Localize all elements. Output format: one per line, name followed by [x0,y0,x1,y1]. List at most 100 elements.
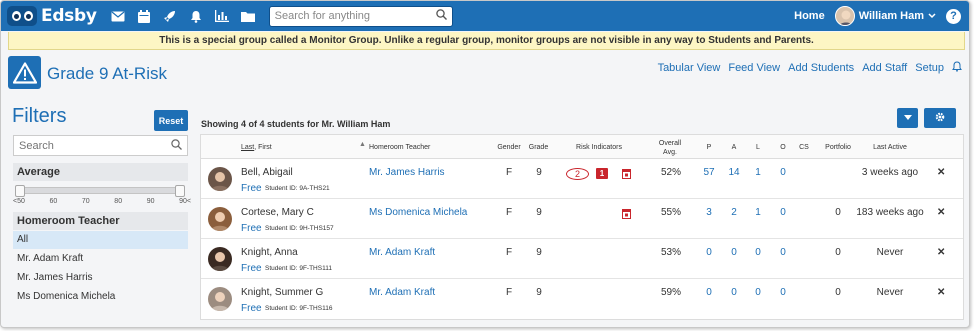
count-a[interactable]: 14 [726,167,742,178]
count-o[interactable]: 0 [775,207,791,218]
tabular-view-link[interactable]: Tabular View [658,62,721,74]
user-avatar[interactable] [834,6,855,26]
chevron-down-icon[interactable] [928,10,936,22]
search-icon[interactable] [435,9,447,23]
tick-label: 90 [146,198,155,205]
feed-view-link[interactable]: Feed View [728,62,780,74]
table-row[interactable]: Knight, Summer G Free Student ID: 9F-THS… [201,279,963,319]
col-last-active[interactable]: Last Active [865,143,915,152]
reset-button[interactable]: Reset [154,110,188,131]
table-row[interactable]: Knight, Anna Free Student ID: 9F-THS111 … [201,239,963,279]
slider-track [15,187,185,194]
filter-search[interactable] [13,135,188,156]
count-o[interactable]: 0 [775,167,791,178]
rocket-icon[interactable] [163,9,177,23]
global-search-input[interactable] [274,10,436,22]
calendar-alert-icon[interactable] [622,168,631,182]
col-risk[interactable]: Risk Indicators [569,143,629,152]
table-header: Last, First ▲ Homeroom Teacher Gender Gr… [201,135,963,159]
slider-max-handle[interactable] [175,185,185,197]
filters-panel: Filters Reset Average <50 60 70 80 90 90… [12,105,191,302]
count-p[interactable]: 3 [701,207,717,218]
average-range-slider[interactable] [15,185,185,197]
student-name[interactable]: Bell, Abigail [241,167,293,178]
col-cs[interactable]: CS [795,143,813,152]
calendar-alert-icon[interactable] [622,208,631,222]
homeroom-teacher-link[interactable]: Mr. Adam Kraft [369,247,435,258]
homeroom-filter-item[interactable]: Mr. James Harris [13,269,188,287]
col-o[interactable]: O [775,143,791,152]
remove-student-button[interactable]: ✕ [937,207,945,218]
homeroom-filter-item[interactable]: Ms Domenica Michela [13,288,188,306]
folder-icon[interactable] [240,9,255,23]
calendar-icon[interactable] [137,9,151,23]
col-name[interactable]: Last, First [241,143,272,152]
count-l[interactable]: 0 [750,247,766,258]
edsby-logo[interactable]: Edsby [7,6,97,26]
help-icon[interactable]: ? [946,8,961,24]
count-a[interactable]: 2 [726,207,742,218]
homeroom-filter-item[interactable]: Mr. Adam Kraft [13,250,188,268]
count-p[interactable]: 0 [701,287,717,298]
slider-min-handle[interactable] [15,185,25,197]
user-area: Home William Ham ? [794,6,961,26]
bell-icon[interactable] [189,9,203,23]
add-staff-link[interactable]: Add Staff [862,62,907,74]
homeroom-teacher-link[interactable]: Mr. Adam Kraft [369,287,435,298]
logo-eyes-icon [7,6,37,26]
slider-ticks: <50 60 70 80 90 90< [13,198,191,205]
search-icon[interactable] [171,138,182,153]
count-l[interactable]: 1 [750,207,766,218]
chart-icon[interactable] [214,9,229,23]
count-l[interactable]: 1 [750,167,766,178]
student-name[interactable]: Knight, Summer G [241,287,323,298]
add-students-link[interactable]: Add Students [788,62,854,74]
student-name[interactable]: Knight, Anna [241,247,298,258]
setup-link[interactable]: Setup [915,62,944,74]
count-l[interactable]: 0 [750,287,766,298]
col-homeroom[interactable]: Homeroom Teacher [369,143,430,152]
user-name[interactable]: William Ham [859,10,924,22]
homeroom-filter-all[interactable]: All [13,231,188,249]
risk-indicator-circle[interactable]: 2 [566,168,589,180]
col-first[interactable]: , First [254,144,272,151]
remove-student-button[interactable]: ✕ [937,167,945,178]
global-search[interactable] [268,5,453,27]
overall-avg: 53% [660,247,681,258]
col-gender[interactable]: Gender [494,143,524,152]
count-o[interactable]: 0 [775,247,791,258]
student-id: Student ID: 9F-THS116 [265,305,333,312]
notification-bell-icon[interactable] [952,61,962,75]
table-row[interactable]: Cortese, Mary C Free Student ID: 9H-THS1… [201,199,963,239]
count-p[interactable]: 0 [701,247,717,258]
col-last[interactable]: Last [241,144,254,151]
count-a[interactable]: 0 [726,287,742,298]
mail-icon[interactable] [111,9,125,23]
count-o[interactable]: 0 [775,287,791,298]
homeroom-teacher-link[interactable]: Ms Domenica Michela [369,207,467,218]
warning-icon [8,56,41,89]
col-grade[interactable]: Grade [526,143,551,152]
count-p[interactable]: 57 [701,167,717,178]
col-overall[interactable]: Overall Avg. [653,139,687,157]
grade: 9 [536,167,542,178]
homeroom-teacher-link[interactable]: Mr. James Harris [369,167,445,178]
homeroom-section-header: Homeroom Teacher [13,212,188,230]
remove-student-button[interactable]: ✕ [937,287,945,298]
overall-avg: 55% [660,207,681,218]
settings-button[interactable] [924,108,956,128]
count-a[interactable]: 0 [726,247,742,258]
col-a[interactable]: A [726,143,742,152]
overall-avg: 52% [660,167,681,178]
col-l[interactable]: L [750,143,766,152]
dropdown-button[interactable] [897,108,918,128]
home-link[interactable]: Home [794,10,825,22]
risk-indicator-badge[interactable]: 1 [596,168,608,179]
student-name[interactable]: Cortese, Mary C [241,207,314,218]
remove-student-button[interactable]: ✕ [937,247,945,258]
table-row[interactable]: Bell, Abigail Free Student ID: 9A-THS21 … [201,159,963,199]
col-portfolio[interactable]: Portfolio [819,143,857,152]
sort-up-icon[interactable]: ▲ [359,140,366,149]
filter-search-input[interactable] [19,139,171,152]
col-p[interactable]: P [701,143,717,152]
